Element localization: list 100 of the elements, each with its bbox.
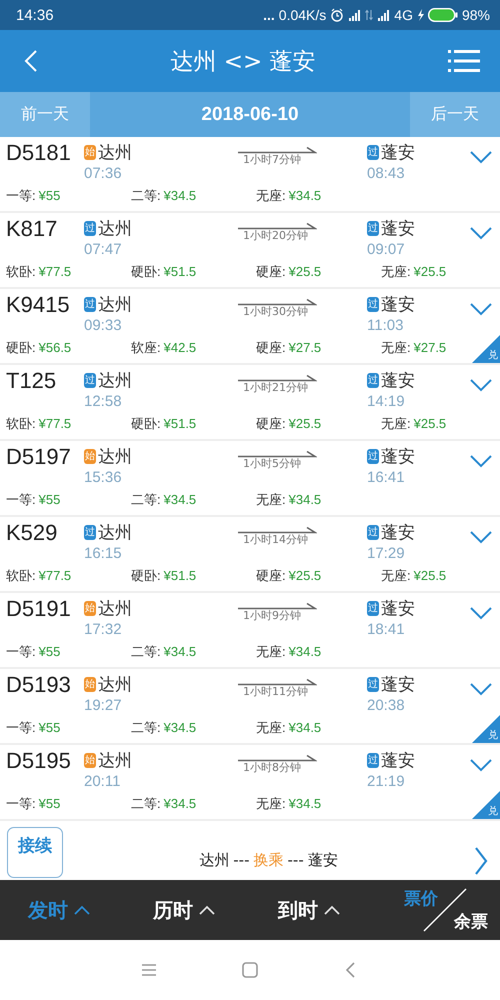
- separator: ---: [233, 851, 250, 870]
- seat-class: 一等:: [6, 492, 36, 507]
- caret-up-icon: [199, 905, 215, 915]
- station-tag: 过: [367, 525, 379, 540]
- ticket-price: ¥34.5: [288, 796, 322, 811]
- ticket-price: ¥25.5: [414, 568, 446, 583]
- station-time: 21:19: [367, 773, 406, 790]
- chevron-down-icon: [470, 455, 492, 468]
- train-number: D5195: [6, 747, 72, 775]
- station-time: 14:19: [367, 393, 406, 410]
- station-name: 蓬安: [381, 598, 415, 620]
- station-time: 07:36: [84, 165, 123, 182]
- station-time: 20:38: [367, 697, 406, 714]
- seat-class: 无座:: [381, 340, 411, 355]
- duration: 1小时21分钟: [243, 380, 308, 395]
- clock-time: 14:36: [16, 6, 54, 24]
- station-tag: 过: [84, 525, 96, 540]
- ticket-price: ¥25.5: [288, 416, 322, 431]
- ticket-price: ¥27.5: [414, 340, 446, 355]
- duration: 1小时14分钟: [243, 532, 308, 547]
- ticket-price: ¥56.5: [38, 340, 72, 355]
- seat-class: 硬卧:: [131, 264, 161, 279]
- network-type: 4G: [394, 7, 413, 23]
- transfer-badge[interactable]: 接续: [7, 827, 63, 878]
- station-time: 12:58: [84, 393, 123, 410]
- window-title: 达州 <> 蓬安: [170, 48, 316, 76]
- station-name: 达州: [98, 598, 132, 620]
- transfer-row[interactable]: 接续 达州 --- 换乘 --- 蓬安: [0, 821, 500, 880]
- station-name: 达州: [98, 218, 132, 240]
- train-number: D5197: [6, 443, 72, 471]
- chevron-down-icon: [470, 227, 492, 240]
- seat-class: 二等:: [131, 720, 161, 735]
- ticket-price: ¥34.5: [164, 644, 196, 659]
- station-time: 07:47: [84, 241, 123, 258]
- seat-class: 无座:: [256, 796, 286, 811]
- ticket-price: ¥34.5: [164, 720, 196, 735]
- ticket-price: ¥77.5: [38, 416, 72, 431]
- seat-class: 硬卧:: [6, 340, 36, 355]
- station-name: 蓬安: [381, 750, 415, 772]
- station-name: 达州: [98, 370, 132, 392]
- price-stock-toggle[interactable]: 票价 余票: [404, 885, 488, 935]
- signal-icon: [377, 9, 390, 21]
- duration: 1小时7分钟: [243, 152, 301, 167]
- train-number: D5181: [6, 139, 72, 167]
- chevron-down-icon: [470, 531, 492, 544]
- sort-tab[interactable]: 发时: [28, 896, 153, 924]
- station-name: 蓬安: [381, 294, 415, 316]
- station-name: 达州: [199, 851, 230, 870]
- station-name: 达州: [98, 294, 132, 316]
- ticket-price: ¥34.5: [164, 796, 196, 811]
- station-tag: 过: [367, 601, 379, 616]
- station-tag: 过: [367, 753, 379, 768]
- chevron-right-icon: [474, 847, 488, 875]
- station-name: 蓬安: [381, 674, 415, 696]
- station-tag: 始: [84, 753, 96, 768]
- seat-class: 一等:: [6, 188, 36, 203]
- duration: 1小时20分钟: [243, 228, 308, 243]
- seat-class: 硬座:: [256, 264, 286, 279]
- station-tag: 过: [84, 297, 96, 312]
- seat-class: 软卧:: [6, 416, 36, 431]
- seat-class: 二等:: [131, 644, 161, 659]
- station-tag: 过: [367, 373, 379, 388]
- seat-class: 软卧:: [6, 568, 36, 583]
- network-speed: 0.04K/s: [278, 7, 326, 23]
- seat-class: 二等:: [131, 492, 161, 507]
- duration: 1小时11分钟: [243, 684, 308, 699]
- sort-tab[interactable]: 历时: [153, 896, 278, 924]
- ticket-price: ¥55: [38, 644, 60, 659]
- train-number: T125: [6, 367, 58, 395]
- sort-tab[interactable]: 到时: [278, 896, 403, 924]
- caret-up-icon: [324, 905, 340, 915]
- badge-text: 兑: [488, 728, 498, 742]
- station-time: 17:29: [367, 545, 406, 562]
- station-time: 16:15: [84, 545, 123, 562]
- separator: ---: [288, 851, 304, 870]
- station-tag: 过: [367, 449, 379, 464]
- menu-icon: [448, 49, 480, 73]
- ticket-price: ¥25.5: [288, 568, 322, 583]
- station-name: 蓬安: [381, 142, 415, 164]
- ticket-price: ¥34.5: [288, 188, 322, 203]
- seat-class: 硬座:: [256, 340, 286, 355]
- station-name: 蓬安: [381, 446, 415, 468]
- train-number: D5193: [6, 671, 72, 699]
- seat-class: 二等:: [131, 188, 161, 203]
- seat-class: 硬座:: [256, 568, 286, 583]
- station-name: 蓬安: [381, 370, 415, 392]
- station-time: 15:36: [84, 469, 123, 486]
- ticket-price: ¥34.5: [288, 720, 322, 735]
- station-tag: 过: [367, 677, 379, 692]
- caret-up-icon: [74, 905, 90, 915]
- seat-class: 无座:: [256, 644, 286, 659]
- station-tag: 过: [84, 221, 96, 236]
- seat-class: 一等:: [6, 644, 36, 659]
- ticket-price: ¥55: [38, 796, 60, 811]
- duration: 1小时5分钟: [243, 456, 301, 471]
- ticket-price: ¥34.5: [164, 492, 196, 507]
- train-number: K817: [6, 215, 58, 243]
- ticket-price: ¥25.5: [414, 264, 446, 279]
- badge-text: 兑: [488, 804, 498, 818]
- station-tag: 过: [367, 221, 379, 236]
